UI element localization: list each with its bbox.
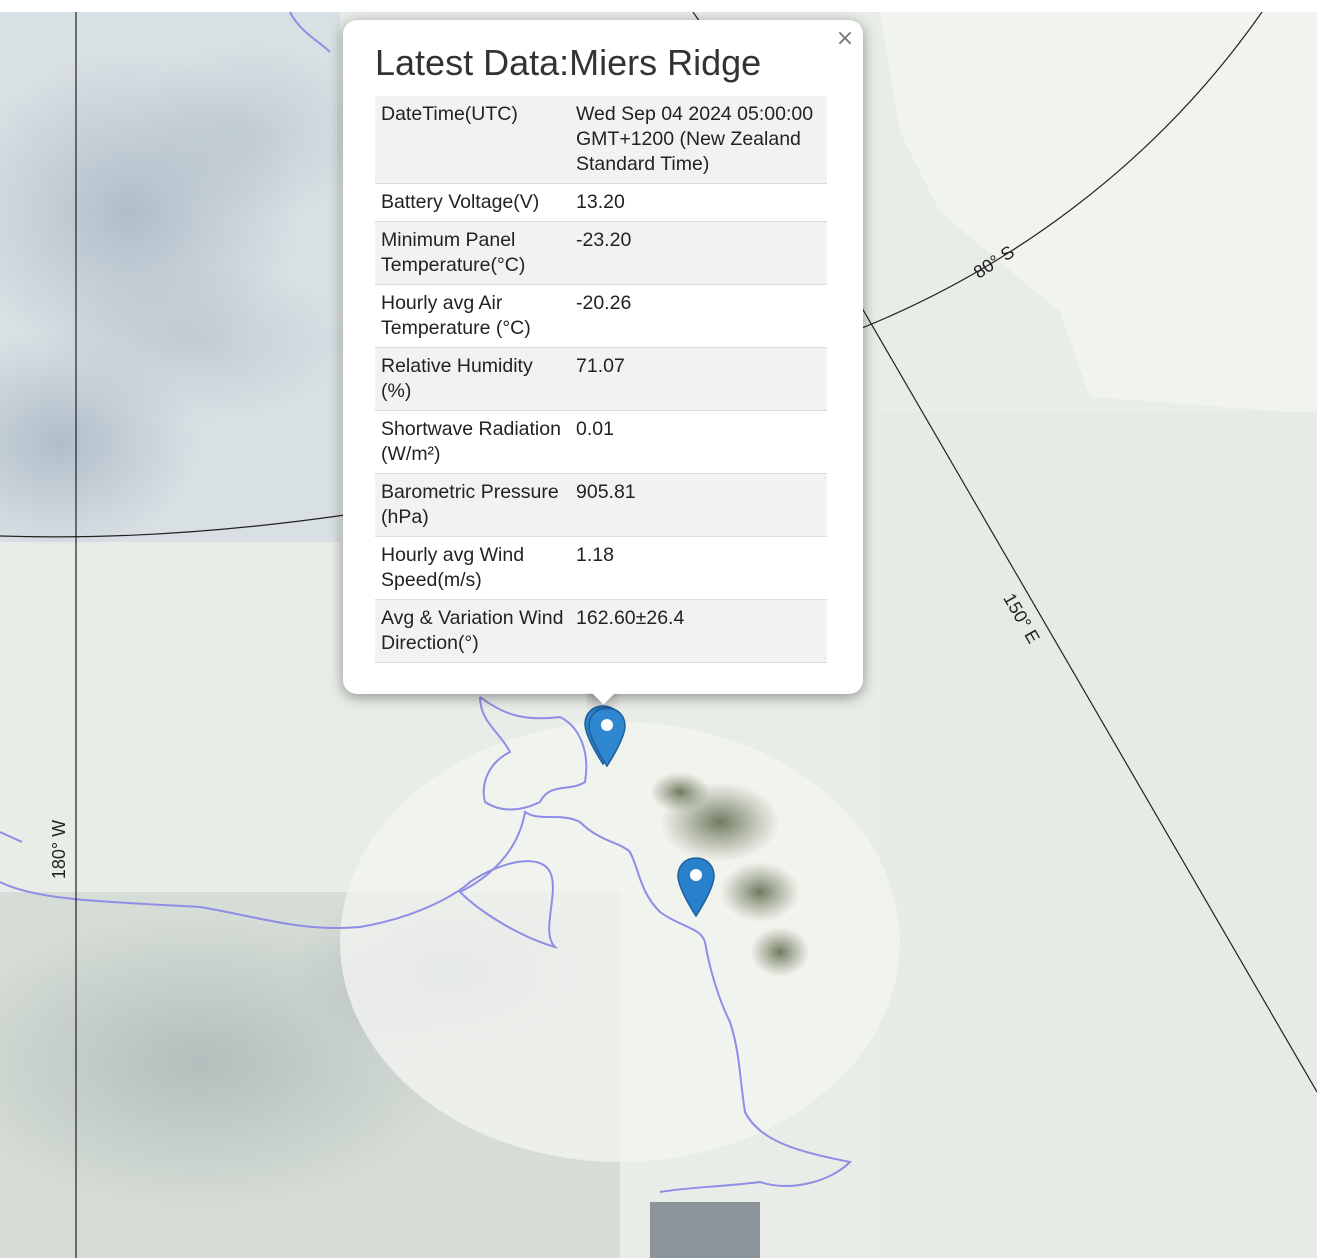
table-row: Hourly avg Air Temperature (°C) -20.26 [375,284,827,348]
popup-title: Latest Data:Miers Ridge [375,42,762,83]
station-marker-main[interactable] [587,706,627,768]
table-row: Avg & Variation Wind Direction(°) 162.60±… [375,599,827,663]
row-label: Hourly avg Air Temperature (°C) [375,284,570,348]
row-value: 13.20 [570,183,827,222]
row-label: Minimum Panel Temperature(°C) [375,221,570,285]
row-label: Avg & Variation Wind Direction(°) [375,599,570,663]
row-value: -20.26 [570,284,827,348]
row-label: Barometric Pressure (hPa) [375,473,570,537]
table-row: Barometric Pressure (hPa) 905.81 [375,473,827,537]
row-label: Hourly avg Wind Speed(m/s) [375,536,570,600]
table-row: Relative Humidity (%) 71.07 [375,347,827,411]
row-value: 1.18 [570,536,827,600]
row-value: 71.07 [570,347,827,411]
table-row: Minimum Panel Temperature(°C) -23.20 [375,221,827,285]
table-row: Hourly avg Wind Speed(m/s) 1.18 [375,536,827,600]
row-value: 0.01 [570,410,827,474]
row-label: Battery Voltage(V) [375,183,570,222]
row-value: -23.20 [570,221,827,285]
station-popup: × Latest Data:Miers Ridge DateTime(UTC) W… [343,20,863,694]
row-label: DateTime(UTC) [375,96,570,184]
table-row: Shortwave Radiation (W/m²) 0.01 [375,410,827,474]
close-icon[interactable]: × [835,27,855,51]
row-value: Wed Sep 04 2024 05:00:00 GMT+1200 (New Z… [570,96,827,184]
graticule-label-180w: 180° W [49,819,70,880]
station-marker-2[interactable] [676,856,716,918]
popup-tip [586,693,620,711]
table-row: Battery Voltage(V) 13.20 [375,183,827,222]
row-label: Relative Humidity (%) [375,347,570,411]
row-value: 905.81 [570,473,827,537]
row-label: Shortwave Radiation (W/m²) [375,410,570,474]
table-row: DateTime(UTC) Wed Sep 04 2024 05:00:00 GM… [375,96,827,184]
station-data-table: DateTime(UTC) Wed Sep 04 2024 05:00:00 GM… [375,96,827,663]
row-value: 162.60±26.4 [570,599,827,663]
